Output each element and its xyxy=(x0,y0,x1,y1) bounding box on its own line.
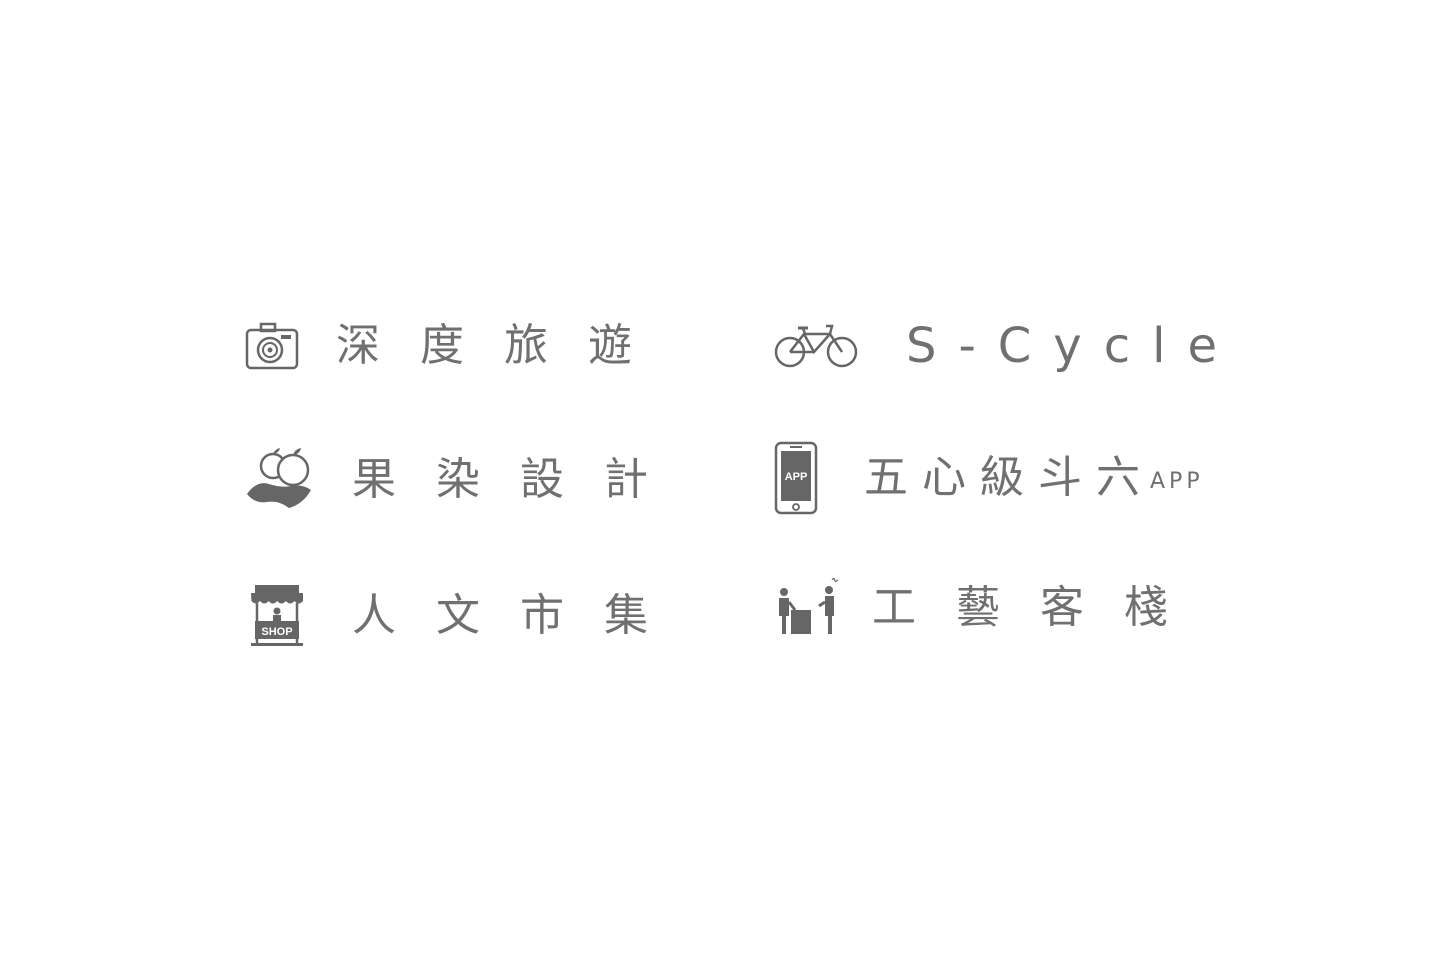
menu-item-label: 五心級斗六 xyxy=(864,452,1154,503)
menu-item-label: S-Cycle xyxy=(906,318,1239,374)
menu-item-label: 果染設計 xyxy=(352,454,688,505)
fruit-icon xyxy=(244,446,314,514)
menu-item-label-group: 五心級斗六 APP xyxy=(864,456,1204,500)
menu-item-fruit-dye-design[interactable]: 果染設計 xyxy=(244,440,688,520)
camera-icon xyxy=(244,322,300,370)
menu-item-label-suffix: APP xyxy=(1150,469,1204,494)
artisans-icon xyxy=(774,578,840,638)
menu-item-label: 深度旅遊 xyxy=(336,320,672,371)
menu-item-label: 工藝客棧 xyxy=(872,582,1208,633)
menu-item-humanities-market[interactable]: SHOP 人文市集 xyxy=(244,576,688,656)
menu-item-five-heart-douliu-app[interactable]: APP 五心級斗六 APP xyxy=(774,438,1204,518)
phone-app-icon: APP xyxy=(774,441,818,515)
menu-item-deep-travel[interactable]: 深度旅遊 xyxy=(244,306,672,386)
menu-item-craft-inn[interactable]: 工藝客棧 xyxy=(774,568,1208,648)
menu-item-label: 人文市集 xyxy=(352,590,688,641)
shop-stall-icon-text: SHOP xyxy=(261,626,292,638)
shop-stall-icon: SHOP xyxy=(244,583,310,649)
menu-item-s-cycle[interactable]: S-Cycle xyxy=(774,306,1239,386)
phone-app-icon-text: APP xyxy=(785,471,808,483)
bicycle-icon xyxy=(774,322,858,370)
